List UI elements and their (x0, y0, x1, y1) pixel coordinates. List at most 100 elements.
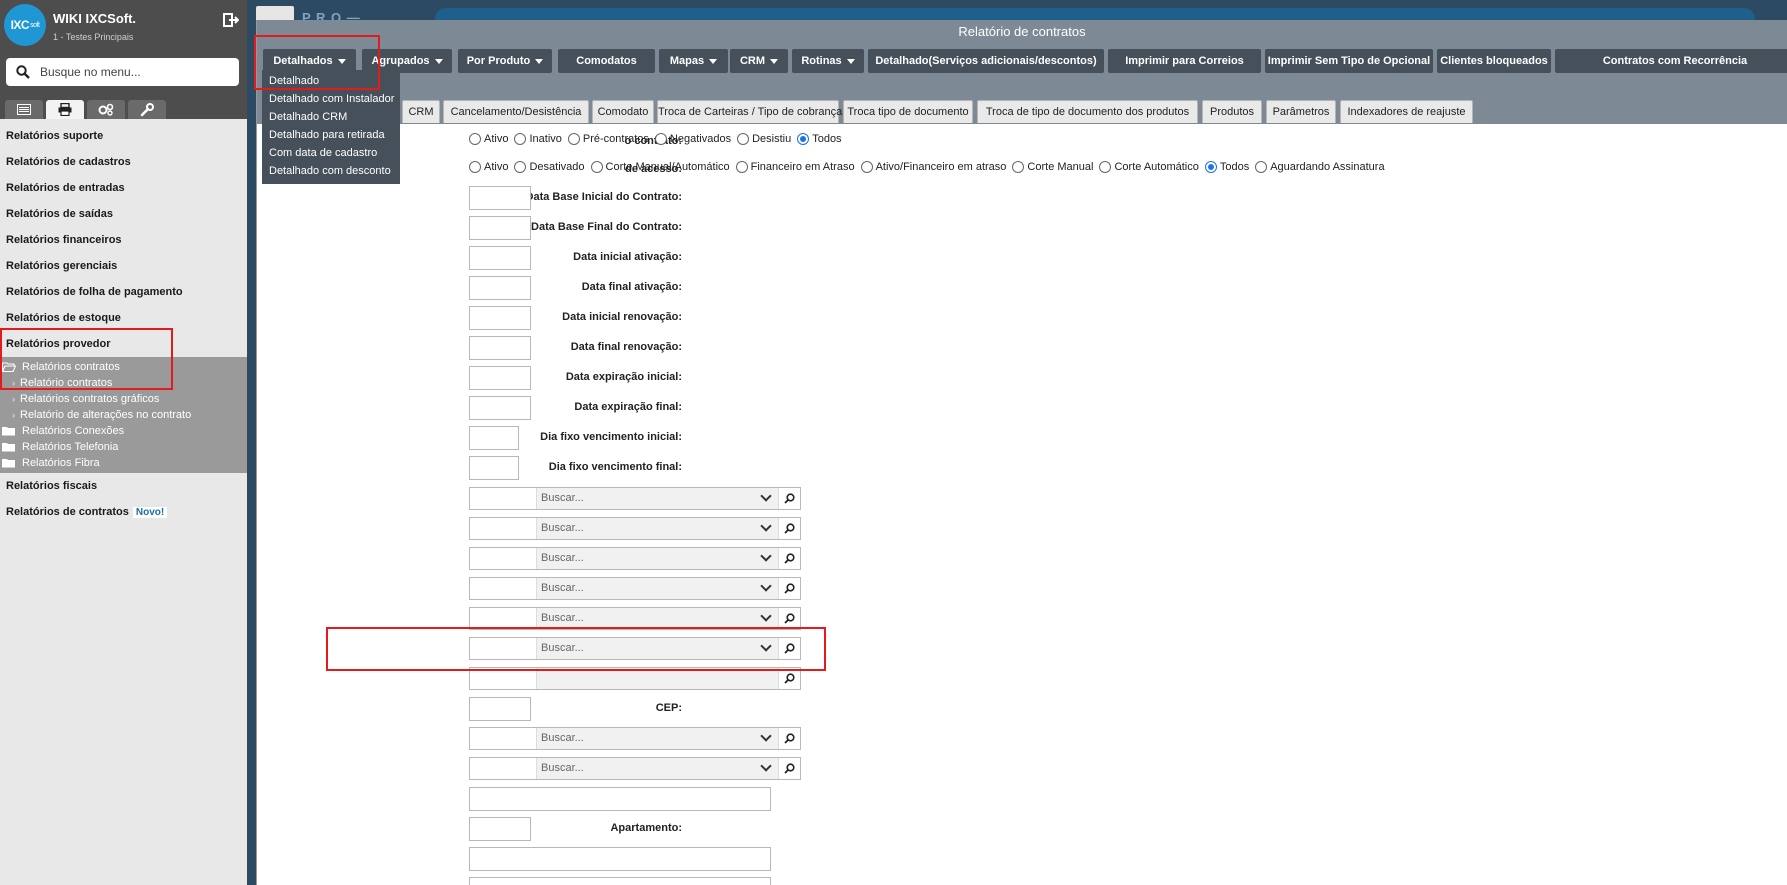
combo-code-input[interactable] (470, 548, 537, 569)
radio-circle[interactable] (1204, 161, 1217, 173)
dropdown-item-detalhado[interactable]: Detalhado (262, 72, 400, 90)
combo-search-field[interactable]: Buscar... (537, 518, 778, 539)
sidebar-item-relatorios-de-contratos[interactable]: Relatórios de contratos Novo! (0, 499, 247, 525)
day-input-dia-fixo-vencimento-inicial[interactable] (469, 426, 519, 450)
radio-circle[interactable] (735, 161, 748, 173)
sidebar-folder-relatorios-contratos[interactable]: Relatórios contratos (0, 359, 247, 375)
dropdown-item-detalhado-com-instalador[interactable]: Detalhado com Instalador (262, 90, 400, 108)
dropdown-item-detalhado-crm[interactable]: Detalhado CRM (262, 108, 400, 126)
sidebar-item-relatorios-financeiros[interactable]: Relatórios financeiros (0, 227, 247, 253)
radio-circle[interactable] (1012, 161, 1025, 173)
combo-carteira-de-cobranca[interactable]: Buscar... (469, 637, 801, 660)
date-input-data-inicial-ativacao[interactable] (469, 246, 531, 270)
status_contrato-radio-ativo[interactable]: Ativo (469, 133, 508, 145)
radio-circle[interactable] (1255, 161, 1268, 173)
status_acesso-radio-ativo-financeiro-em-atraso[interactable]: Ativo/Financeiro em atraso (860, 161, 1006, 173)
search-button[interactable] (778, 608, 800, 629)
search-button[interactable] (778, 728, 800, 749)
status_acesso-radio-ativo[interactable]: Ativo (469, 161, 508, 173)
tab-comodato[interactable]: Comodato (592, 100, 654, 123)
combo-code-input[interactable] (470, 668, 537, 689)
chevron-down-icon[interactable] (760, 550, 772, 562)
combo-search-field[interactable]: Buscar... (537, 638, 778, 659)
toolbar-button-clientes-bloqueados[interactable]: Clientes bloqueados (1437, 49, 1551, 73)
combo-code-input[interactable] (470, 638, 537, 659)
search-button[interactable] (778, 548, 800, 569)
sidebar-tab-tools[interactable] (128, 100, 166, 119)
toolbar-button-mapas[interactable]: Mapas (659, 49, 728, 73)
combo-search-field[interactable]: Buscar... (537, 728, 778, 749)
status_acesso-radio-corte-automatico[interactable]: Corte Automático (1099, 161, 1199, 173)
status_acesso-radio-aguardando-assinatura[interactable]: Aguardando Assinatura (1255, 161, 1385, 173)
radio-circle[interactable] (514, 133, 527, 145)
sidebar-tab-reports[interactable] (46, 100, 84, 119)
menu-search-input[interactable] (40, 65, 220, 79)
sidebar-leaf-relatorio-contratos[interactable]: › Relatório contratos (0, 375, 247, 391)
tab-produtos[interactable]: Produtos (1202, 100, 1262, 123)
dropdown-item-detalhado-com-desconto[interactable]: Detalhado com desconto (262, 162, 400, 180)
search-button[interactable] (778, 578, 800, 599)
chevron-down-icon[interactable] (760, 520, 772, 532)
tab-cancelamento-desistencia[interactable]: Cancelamento/Desistência (443, 100, 589, 123)
apartamento-input[interactable] (469, 817, 531, 841)
status_contrato-radio-inativo[interactable]: Inativo (514, 133, 562, 145)
sidebar-item-relatorios-de-folha-de-pagamento[interactable]: Relatórios de folha de pagamento (0, 279, 247, 305)
tab-troca-de-carteiras-tipo-de-cobranca[interactable]: Troca de Carteiras / Tipo de cobrança (657, 100, 842, 123)
radio-circle[interactable] (514, 161, 527, 173)
sidebar-item-relatorios-fiscais[interactable]: Relatórios fiscais (0, 473, 247, 499)
combo-search-field[interactable] (537, 668, 778, 689)
status_acesso-radio-todos[interactable]: Todos (1204, 161, 1249, 173)
combo-search-field[interactable]: Buscar... (537, 488, 778, 509)
bloco-input[interactable] (469, 787, 771, 811)
combo-code-input[interactable] (470, 578, 537, 599)
status_contrato-radio-todos[interactable]: Todos (797, 133, 842, 145)
toolbar-button-imprimir-sem-tipo-de-opcional[interactable]: Imprimir Sem Tipo de Opcional (1265, 49, 1433, 73)
radio-circle[interactable] (737, 133, 750, 145)
status_contrato-radio-negativados[interactable]: Negativados (654, 133, 731, 145)
combo-code-input[interactable] (470, 608, 537, 629)
chevron-down-icon[interactable] (760, 640, 772, 652)
sidebar-item-relatorios-de-entradas[interactable]: Relatórios de entradas (0, 175, 247, 201)
tab-crm[interactable]: CRM (402, 100, 440, 123)
dropdown-item-com-data-de-cadastro[interactable]: Com data de cadastro (262, 144, 400, 162)
status_acesso-radio-financeiro-em-atraso[interactable]: Financeiro em Atraso (735, 161, 855, 173)
radio-circle[interactable] (860, 161, 873, 173)
tab-parametros[interactable]: Parâmetros (1266, 100, 1336, 123)
status_contrato-radio-desistiu[interactable]: Desistiu (737, 133, 791, 145)
combo-code-input[interactable] (470, 518, 537, 539)
radio-circle[interactable] (469, 133, 481, 145)
date-input-data-expiracao-inicial[interactable] (469, 366, 531, 390)
toolbar-button-comodatos[interactable]: Comodatos (558, 49, 655, 73)
radio-circle[interactable] (469, 161, 481, 173)
combo-cliente-inicial[interactable]: Buscar... (469, 487, 801, 510)
sidebar-item-relatorios-de-cadastros[interactable]: Relatórios de cadastros (0, 149, 247, 175)
tab-troca-de-tipo-de-documento-dos-produtos[interactable]: Troca de tipo de documento dos produtos (977, 100, 1198, 123)
date-input-data-expiracao-final[interactable] (469, 396, 531, 420)
sidebar-tab-list[interactable] (5, 100, 43, 119)
menu-search-box[interactable] (6, 58, 239, 86)
sidebar-folder-relatorios-conexoes[interactable]: Relatórios Conexões (0, 423, 247, 439)
tab-troca-tipo-de-documento[interactable]: Troca tipo de documento (843, 100, 973, 123)
chevron-down-icon[interactable] (760, 490, 772, 502)
sidebar-leaf-relatorios-contratos-graficos[interactable]: › Relatórios contratos gráficos (0, 391, 247, 407)
combo-tipo-de-cliente[interactable] (469, 667, 801, 690)
bairro-input[interactable] (469, 847, 771, 871)
date-input-data-final-renovacao[interactable] (469, 336, 531, 360)
combo-code-input[interactable] (470, 758, 537, 779)
cep-input[interactable] (469, 697, 531, 721)
logout-icon[interactable] (223, 12, 239, 28)
combo-code-input[interactable] (470, 488, 537, 509)
chevron-down-icon[interactable] (760, 730, 772, 742)
sidebar-tab-settings[interactable] (87, 100, 125, 119)
search-button[interactable] (778, 668, 800, 689)
sidebar-item-relatorios-provedor[interactable]: Relatórios provedor (0, 331, 247, 357)
search-button[interactable] (778, 638, 800, 659)
combo-cliente-final[interactable]: Buscar... (469, 517, 801, 540)
date-input-data-inicial-renovacao[interactable] (469, 306, 531, 330)
tab-indexadores-de-reajuste[interactable]: Indexadores de reajuste (1340, 100, 1473, 123)
status_contrato-radio-pre-contratos[interactable]: Pré-contratos (567, 133, 649, 145)
search-button[interactable] (778, 518, 800, 539)
combo-filial[interactable]: Buscar... (469, 547, 801, 570)
sidebar-folder-relatorios-telefonia[interactable]: Relatórios Telefonia (0, 439, 247, 455)
combo-condominio[interactable]: Buscar... (469, 757, 801, 780)
